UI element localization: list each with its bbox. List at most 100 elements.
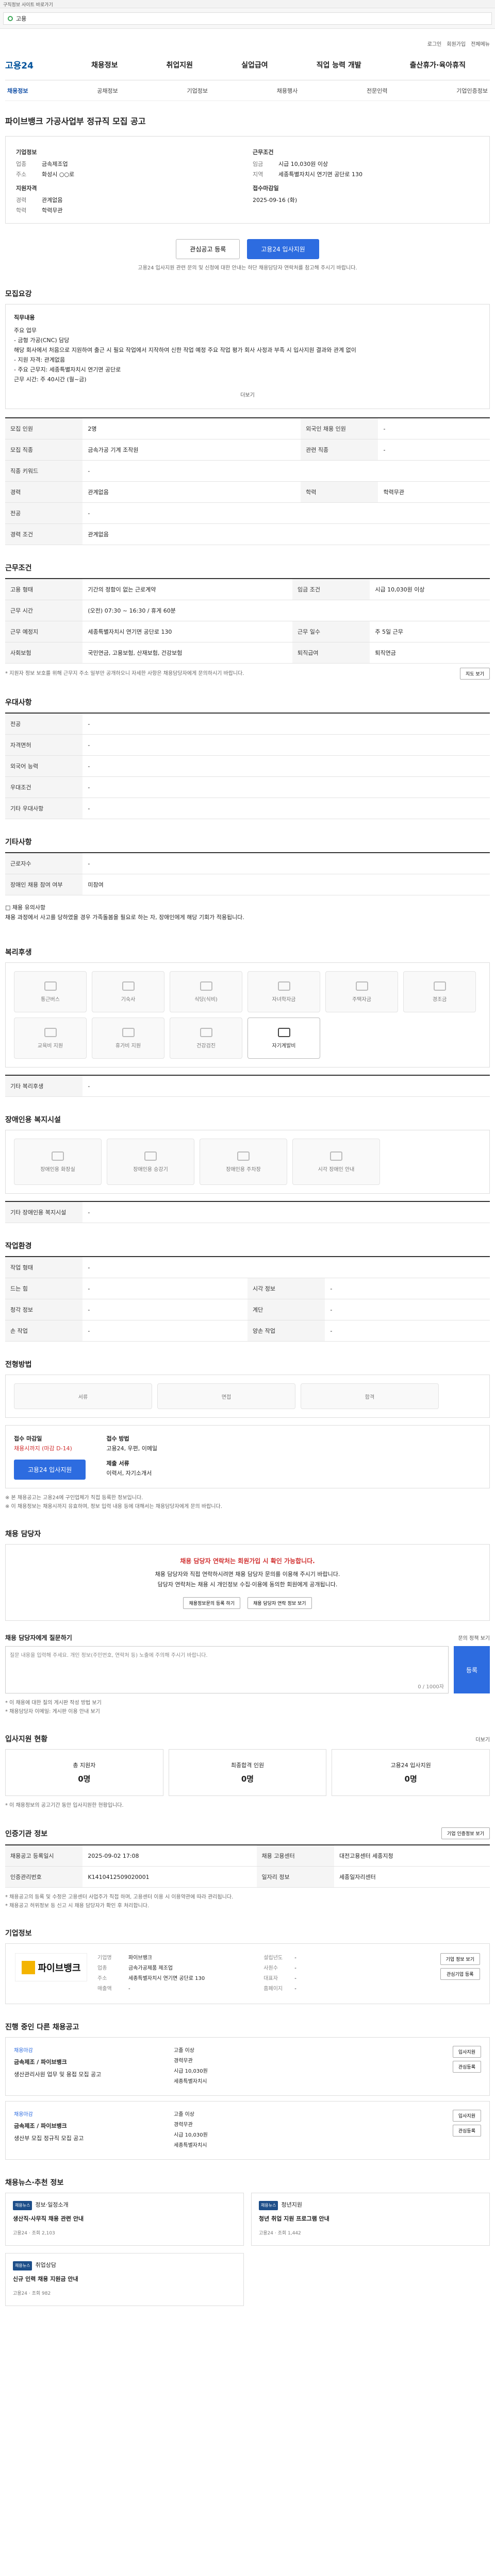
subnav-item-public[interactable]: 공채정보 — [97, 87, 118, 95]
scrap-button[interactable]: 관심공고 등록 — [176, 239, 240, 259]
map-button[interactable]: 지도 보기 — [460, 668, 490, 680]
table-cell: - — [82, 1299, 248, 1320]
welfare-item-label: 휴가비 지원 — [115, 1043, 141, 1049]
welfare-item: 경조금 — [403, 971, 476, 1012]
subnav-item-experts[interactable]: 전문인력 — [367, 87, 387, 95]
search-input[interactable]: 고용 — [3, 12, 492, 25]
gnb-item-support[interactable]: 취업지원 — [167, 60, 193, 70]
kv-value: 화성시 ○○로 — [42, 171, 75, 178]
news-category: 청년지원 — [281, 2201, 302, 2208]
gnb-item-training[interactable]: 직업 능력 개발 — [317, 60, 361, 70]
related-job-title[interactable]: 생산부 모집 정규직 모집 공고 — [14, 2134, 174, 2142]
related-job-tag: 채용마감 — [14, 2048, 33, 2054]
welfare-item: 자녀학자금 — [248, 971, 320, 1012]
company-logo-mark — [21, 1960, 35, 1974]
braille-icon — [330, 1151, 342, 1161]
gnb-item-unemployment[interactable]: 실업급여 — [241, 60, 268, 70]
subnav-item-jobs[interactable]: 채용정보 — [7, 87, 28, 95]
search-bar: 고용 — [0, 8, 495, 29]
contact-info-button[interactable]: 채용 담당자 연락 정보 보기 — [248, 1597, 312, 1609]
table-row: 자격면허 - — [5, 734, 490, 756]
related-favorite-button[interactable]: 관심등록 — [452, 2061, 481, 2073]
news-title[interactable]: 신규 인력 채용 지원금 안내 — [13, 2275, 236, 2284]
step-item: 서류 — [14, 1383, 152, 1409]
duty-more-link[interactable]: 더보기 — [14, 391, 481, 400]
table-row: 기타 장애인용 복지시설 - — [5, 1201, 490, 1223]
subnav-item-company[interactable]: 기업정보 — [187, 87, 208, 95]
table-header: 손 작업 — [5, 1320, 83, 1342]
subnav-item-certified[interactable]: 기업인증정보 — [456, 87, 488, 95]
detail-table: 모집 인원 2명 외국인 채용 인원 - 모집 직종 금속가공 기계 조작원 관련 직종 -… — [5, 417, 490, 545]
table-cell: K1410412509020001 — [82, 1866, 257, 1888]
kv-key: 업종 — [97, 1965, 107, 1971]
related-job-title[interactable]: 생산관리사원 업무 및 용접 모집 공고 — [14, 2070, 174, 2078]
cert-info-button[interactable]: 기업 인증정보 보기 — [441, 1827, 490, 1839]
step-label: 합격 — [365, 1394, 375, 1400]
deadline-value: 채용시까지 (마감 D-14) — [14, 1445, 72, 1452]
related-apply-button[interactable]: 입사지원 — [452, 2110, 481, 2122]
stat-value: 0명 — [404, 1774, 417, 1784]
table-row: 사회보험 국민연금, 고용보험, 산재보험, 건강보험 퇴직급여 퇴직연금 — [5, 642, 490, 664]
kv-value: 학력무관 — [42, 207, 63, 214]
top-notice-text: 구직정보 사이트 바로가기 — [3, 3, 53, 8]
table-cell: 금속가공 기계 조작원 — [82, 439, 301, 461]
news-title[interactable]: 생산직·사무직 채용 관련 안내 — [13, 2214, 236, 2224]
table-row: 전공 - — [5, 502, 490, 524]
qa-placeholder: 질문 내용을 입력해 주세요. 개인 정보(주민번호, 연락처 등) 노출에 주… — [10, 1653, 208, 1658]
table-header: 시각 정보 — [248, 1278, 325, 1299]
table-header: 퇴직급여 — [292, 642, 370, 664]
disabled-section-title: 장애인용 복지시설 — [5, 1116, 61, 1124]
qa-policy-link[interactable]: 문의 정책 보기 — [458, 1634, 490, 1641]
gnb-item-leave[interactable]: 출산휴가·육아휴직 — [410, 60, 466, 70]
inquiry-register-button[interactable]: 채용정보문의 등록 하기 — [183, 1597, 240, 1609]
kv-value: 파이브뱅크 — [128, 1955, 152, 1961]
elevator-icon — [144, 1151, 157, 1161]
signup-link[interactable]: 회원가입 — [447, 40, 466, 47]
site-logo[interactable]: 고용24 — [5, 58, 67, 71]
welfare-item-label: 기숙사 — [121, 996, 136, 1003]
gnb-item-jobs[interactable]: 채용정보 — [91, 60, 118, 70]
related-job-card[interactable]: 채용마감 금속제조 / 파이브뱅크 생산부 모집 정규직 모집 공고 고졸 이상… — [5, 2101, 490, 2160]
table-header: 전공 — [5, 502, 83, 524]
kv-value: - — [294, 1976, 296, 1981]
company-info-button[interactable]: 기업 정보 보기 — [440, 1953, 480, 1965]
news-card[interactable]: 채용뉴스 정보·일정소개 생산직·사무직 채용 관련 안내 고용24 · 조회 2… — [5, 2193, 244, 2246]
table-cell: - — [82, 713, 490, 735]
news-card[interactable]: 채용뉴스 청년지원 청년 취업 지원 프로그램 안내 고용24 · 조회 1,44… — [251, 2193, 490, 2246]
kv-value: 금속가공제품 제조업 — [128, 1965, 173, 1971]
subnav-item-events[interactable]: 채용행사 — [277, 87, 298, 95]
kv-key: 사원수 — [263, 1965, 278, 1971]
table-header: 일자리 정보 — [256, 1866, 334, 1888]
stat-label: 총 지원자 — [73, 1762, 96, 1769]
table-row: 직종 키워드 - — [5, 460, 490, 482]
apply-button-bottom[interactable]: 고용24 입사지원 — [14, 1460, 86, 1480]
apply-button[interactable]: 고용24 입사지원 — [247, 239, 319, 259]
table-header: 학력 — [301, 481, 378, 503]
kv-value: 금속제조업 — [42, 161, 68, 167]
kv-key: 업종 — [16, 161, 27, 167]
qa-notes: * 이 채용에 대한 질의 게시판 작성 방법 보기 * 채용담당자 이메일: … — [5, 1700, 102, 1715]
table-cell: - — [82, 755, 490, 777]
table-row: 근무 시간 (오전) 07:30 ~ 16:30 / 휴게 60분 — [5, 600, 490, 621]
qa-submit-button[interactable]: 등록 — [454, 1646, 490, 1693]
all-menu-link[interactable]: 전체메뉴 — [471, 40, 490, 47]
news-card[interactable]: 채용뉴스 취업상담 신규 인력 채용 지원금 안내 고용24 · 조회 982 — [5, 2253, 244, 2306]
table-header: 근무 일수 — [292, 621, 370, 642]
news-title[interactable]: 청년 취업 지원 프로그램 안내 — [259, 2214, 482, 2224]
table-cell: 관계없음 — [82, 481, 301, 503]
table-row: 작업 형태 - — [5, 1257, 490, 1278]
qa-textarea[interactable]: 질문 내용을 입력해 주세요. 개인 정보(주민번호, 연락처 등) 노출에 주… — [5, 1646, 449, 1693]
news-section-title: 채용뉴스·추천 정보 — [5, 2179, 64, 2187]
stats-more-link[interactable]: 더보기 — [475, 1735, 490, 1743]
related-favorite-button[interactable]: 관심등록 — [452, 2125, 481, 2137]
company-info-grid: 기업명 파이브뱅크 설립년도 - 업종 금속가공제품 제조업 사원수 - 주소 세종특별자치시… — [97, 1953, 430, 1994]
company-favorite-button[interactable]: 관심기업 등록 — [440, 1968, 480, 1980]
table-header: 외국인 채용 인원 — [301, 418, 378, 439]
stat-card: 최종합격 인원 0명 — [168, 1749, 327, 1796]
related-job-card[interactable]: 채용마감 금속제조 / 파이브뱅크 생산관리사원 업무 및 용접 모집 공고 고… — [5, 2037, 490, 2096]
kv-key: 경력 — [16, 197, 27, 204]
apply-info-box: 접수 마감일 채용시까지 (마감 D-14) 고용24 입사지원 접수 방법 고… — [5, 1425, 490, 1488]
related-apply-button[interactable]: 입사지원 — [452, 2046, 481, 2058]
login-link[interactable]: 로그인 — [427, 40, 442, 47]
related-job-company: 금속제조 / 파이브뱅크 — [14, 2123, 67, 2129]
